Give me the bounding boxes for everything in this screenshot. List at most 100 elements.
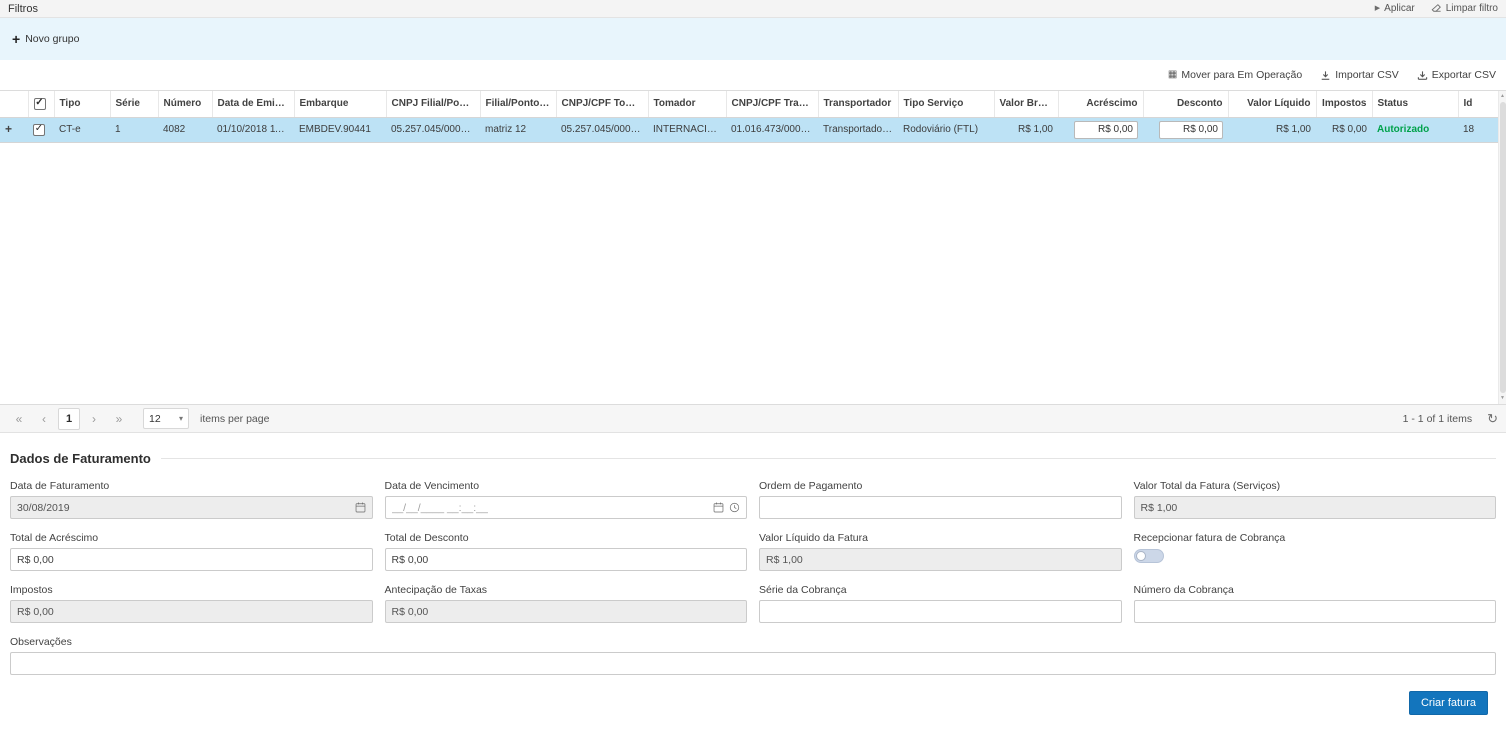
serie-cobranca-label: Série da Cobrança [759,584,1122,596]
prev-page-icon: ‹ [42,412,46,426]
calendar-icon[interactable] [713,502,724,513]
ordem-pagamento-label: Ordem de Pagamento [759,480,1122,492]
col-header-acrescimo[interactable]: Acréscimo [1058,91,1143,117]
col-header-transportador[interactable]: Transportador [818,91,898,117]
col-header-tipo[interactable]: Tipo [54,91,110,117]
cell-status: Autorizado [1372,117,1458,142]
pager-first-button[interactable]: « [8,408,30,430]
field-data-vencimento: Data de Vencimento [385,480,748,519]
total-desconto-wrap [385,548,748,571]
last-page-icon: » [116,412,123,426]
data-vencimento-label: Data de Vencimento [385,480,748,492]
data-vencimento-input[interactable] [392,502,709,514]
observacoes-input[interactable] [17,658,1489,670]
pager-info: 1 - 1 of 1 items [1403,413,1472,425]
refresh-button[interactable]: ↻ [1487,412,1498,425]
col-header-cnpj-tomador[interactable]: CNPJ/CPF Tomador [556,91,648,117]
grid-move-icon: ▦ [1168,70,1177,80]
new-group-button[interactable]: + Novo grupo [12,32,79,46]
pager-current-page[interactable]: 1 [58,408,80,430]
col-header-serie[interactable]: Série [110,91,158,117]
vertical-scrollbar[interactable]: ▲ ▼ [1498,91,1506,404]
calendar-icon[interactable] [355,502,366,513]
col-header-impostos[interactable]: Impostos [1316,91,1372,117]
export-csv-label: Exportar CSV [1432,69,1496,81]
col-header-id[interactable]: Id [1458,91,1498,117]
recepcionar-fatura-toggle[interactable] [1134,549,1164,563]
filters-title: Filtros [8,3,38,15]
valor-total-fatura-wrap [1134,496,1497,519]
col-header-valor-bruto[interactable]: Valor Bruto [994,91,1058,117]
col-header-numero[interactable]: Número [158,91,212,117]
expand-row-icon[interactable]: + [5,122,12,136]
data-faturamento-input[interactable] [17,502,350,514]
clear-filter-label: Limpar filtro [1446,3,1498,14]
total-desconto-input[interactable] [392,554,741,566]
col-header-cnpj-transportador[interactable]: CNPJ/CPF Transp... [726,91,818,117]
items-per-page-label: items per page [200,413,269,425]
page-size-select[interactable]: 12 ▾ [143,408,189,429]
numero-cobranca-input[interactable] [1141,606,1490,618]
desconto-input[interactable] [1159,121,1223,139]
refresh-icon: ↻ [1487,411,1498,426]
scrollbar-thumb[interactable] [1500,102,1506,393]
col-header-desconto[interactable]: Desconto [1143,91,1228,117]
col-header-valor-liquido[interactable]: Valor Líquido [1228,91,1316,117]
data-vencimento-wrap [385,496,748,519]
col-header-filial[interactable]: Filial/Ponto de O... [480,91,556,117]
valor-total-fatura-input[interactable] [1141,502,1490,514]
valor-liquido-fatura-input[interactable] [766,554,1115,566]
valor-liquido-fatura-wrap [759,548,1122,571]
scroll-down-icon[interactable]: ▼ [1500,394,1505,403]
clear-filter-button[interactable]: Limpar filtro [1431,3,1498,14]
total-acrescimo-input[interactable] [17,554,366,566]
play-icon: ▶ [1375,5,1380,12]
field-observacoes: Observações [10,636,1496,675]
numero-cobranca-label: Número da Cobrança [1134,584,1497,596]
pager-last-button[interactable]: » [108,408,130,430]
pager-next-button[interactable]: › [83,408,105,430]
impostos-label: Impostos [10,584,373,596]
select-all-header[interactable]: ✓ [28,91,54,117]
check-icon: ✓ [35,124,43,134]
app-root: Filtros ▶ Aplicar Limpar filtro + Novo g… [0,0,1506,715]
plus-icon: + [12,32,20,46]
field-data-faturamento: Data de Faturamento [10,480,373,519]
field-valor-total-fatura: Valor Total da Fatura (Serviços) [1134,480,1497,519]
row-checkbox[interactable]: ✓ [33,124,45,136]
apply-filter-label: Aplicar [1384,3,1415,14]
filter-bar: Filtros ▶ Aplicar Limpar filtro [0,0,1506,18]
col-header-tipo-servico[interactable]: Tipo Serviço [898,91,994,117]
cell-acrescimo [1058,117,1143,142]
grid-pager: « ‹ 1 › » 12 ▾ items per page 1 - 1 of 1… [0,405,1506,433]
billing-section-title: Dados de Faturamento [10,451,1496,466]
col-header-cnpj-filial[interactable]: CNPJ Filial/Ponto de ... [386,91,480,117]
expand-column-header [0,91,28,117]
grid-row[interactable]: + ✓ CT-e 1 4082 01/10/2018 11:07 EMBDEV.… [0,117,1498,142]
col-header-embarque[interactable]: Embarque [294,91,386,117]
cell-serie: 1 [110,117,158,142]
scroll-up-icon[interactable]: ▲ [1500,92,1505,101]
select-all-checkbox[interactable]: ✓ [34,98,46,110]
cell-embarque: EMBDEV.90441 [294,117,386,142]
col-header-data-emissao[interactable]: Data de Emiss... [212,91,294,117]
observacoes-wrap [10,652,1496,675]
antecipacao-taxas-input[interactable] [392,606,741,618]
move-to-operation-button[interactable]: ▦ Mover para Em Operação [1168,69,1302,81]
col-header-status[interactable]: Status [1372,91,1458,117]
data-faturamento-wrap [10,496,373,519]
import-csv-button[interactable]: Importar CSV [1320,69,1399,81]
impostos-input[interactable] [17,606,366,618]
cell-cnpj-filial: 05.257.045/0001-60 [386,117,480,142]
export-download-icon [1417,70,1428,81]
apply-filter-button[interactable]: ▶ Aplicar [1375,3,1415,14]
acrescimo-input[interactable] [1074,121,1138,139]
create-invoice-button[interactable]: Criar fatura [1409,691,1488,715]
clock-icon[interactable] [729,502,740,513]
serie-cobranca-input[interactable] [766,606,1115,618]
ordem-pagamento-input[interactable] [766,502,1115,514]
pager-prev-button[interactable]: ‹ [33,408,55,430]
col-header-tomador[interactable]: Tomador [648,91,726,117]
cell-valor-bruto: R$ 1,00 [994,117,1058,142]
export-csv-button[interactable]: Exportar CSV [1417,69,1496,81]
